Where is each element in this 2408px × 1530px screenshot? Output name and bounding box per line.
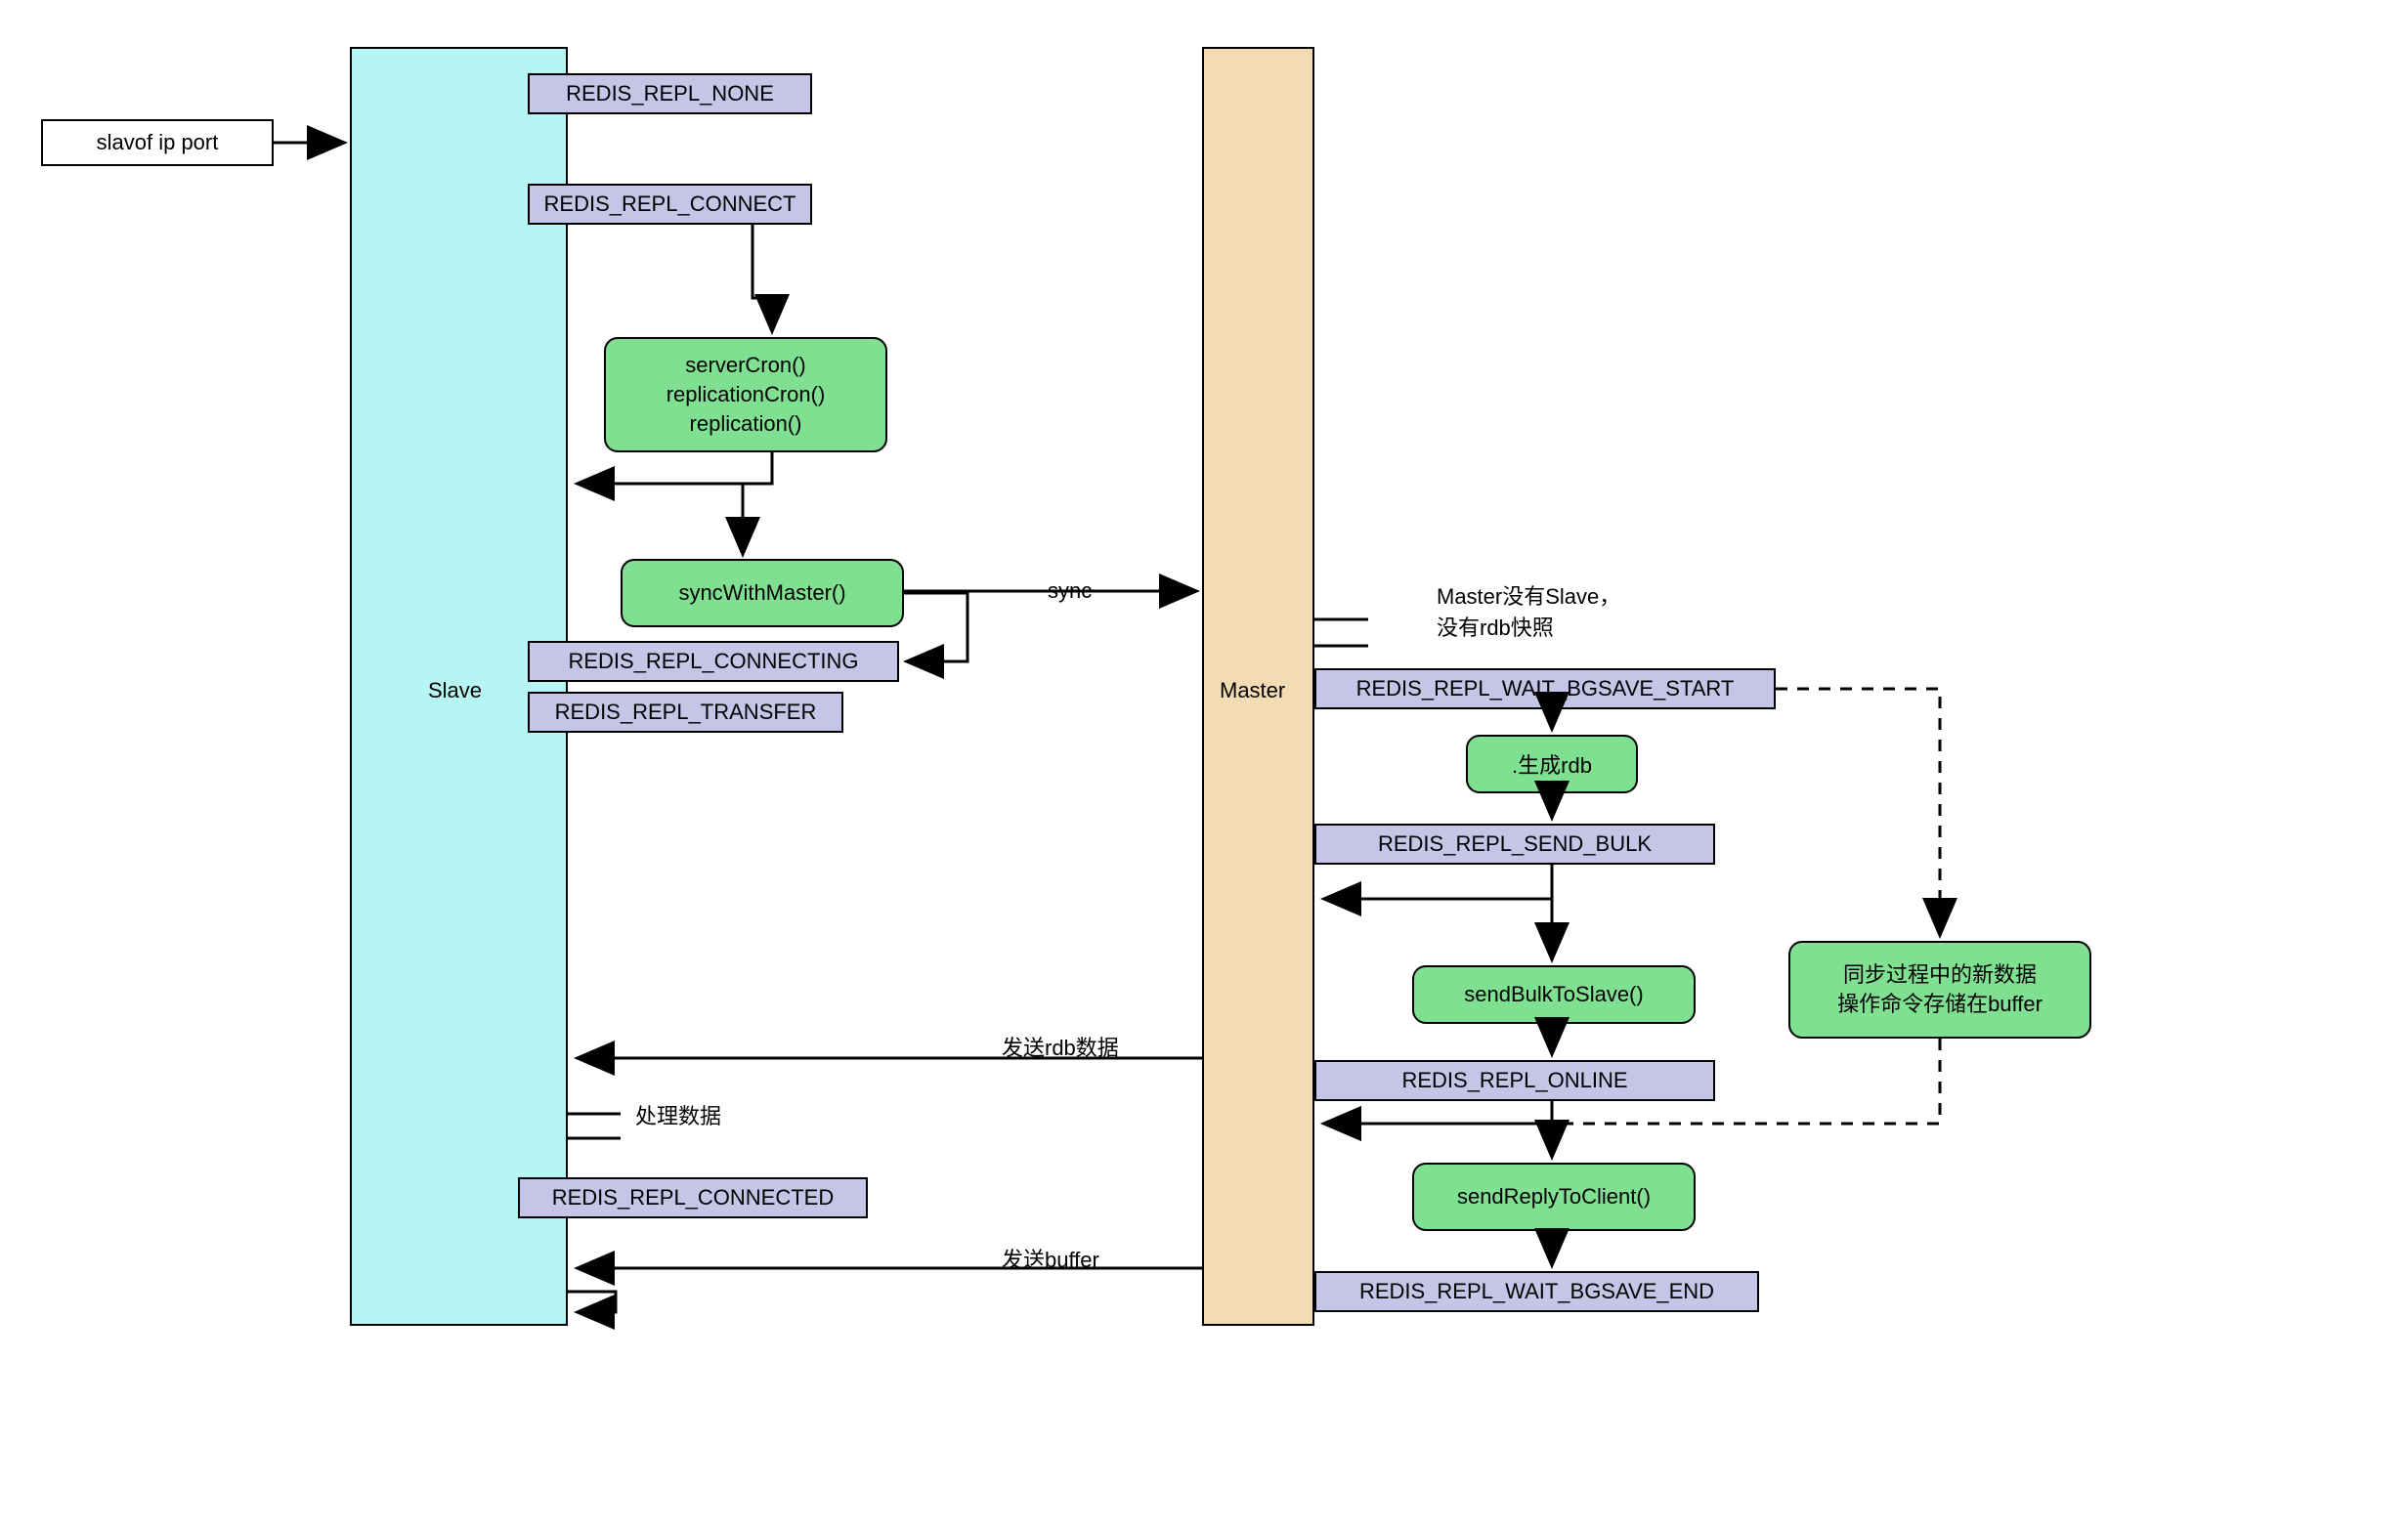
proc-send-bulk: sendBulkToSlave() [1412,965,1696,1024]
label-sendrdb: 发送rdb数据 [1002,1031,1119,1062]
label-process: 处理数据 [635,1099,721,1130]
state-connect: REDIS_REPL_CONNECT [528,184,812,225]
master-title: Master [1220,678,1285,703]
proc-gen-rdb: .生成rdb [1466,735,1638,793]
proc-cron: serverCron() replicationCron() replicati… [604,337,887,452]
proc-buffer: 同步过程中的新数据 操作命令存储在buffer [1788,941,2091,1039]
state-transfer: REDIS_REPL_TRANSFER [528,692,843,733]
proc-sync: syncWithMaster() [621,559,904,627]
label-sync: sync [1048,578,1092,604]
state-wait-end: REDIS_REPL_WAIT_BGSAVE_END [1314,1271,1759,1312]
state-connecting: REDIS_REPL_CONNECTING [528,641,899,682]
command-text: slavof ip port [97,130,219,155]
state-none: REDIS_REPL_NONE [528,73,812,114]
state-online: REDIS_REPL_ONLINE [1314,1060,1715,1101]
command-box: slavof ip port [41,119,274,166]
proc-send-reply: sendReplyToClient() [1412,1163,1696,1231]
label-noslave2: 没有rdb快照 [1437,611,1554,642]
state-connected: REDIS_REPL_CONNECTED [518,1177,868,1218]
label-noslave1: Master没有Slave， [1437,579,1620,611]
state-wait-start: REDIS_REPL_WAIT_BGSAVE_START [1314,668,1776,709]
slave-title: Slave [428,678,482,703]
label-sendbuffer: 发送buffer [1002,1243,1099,1274]
state-send-bulk: REDIS_REPL_SEND_BULK [1314,824,1715,865]
